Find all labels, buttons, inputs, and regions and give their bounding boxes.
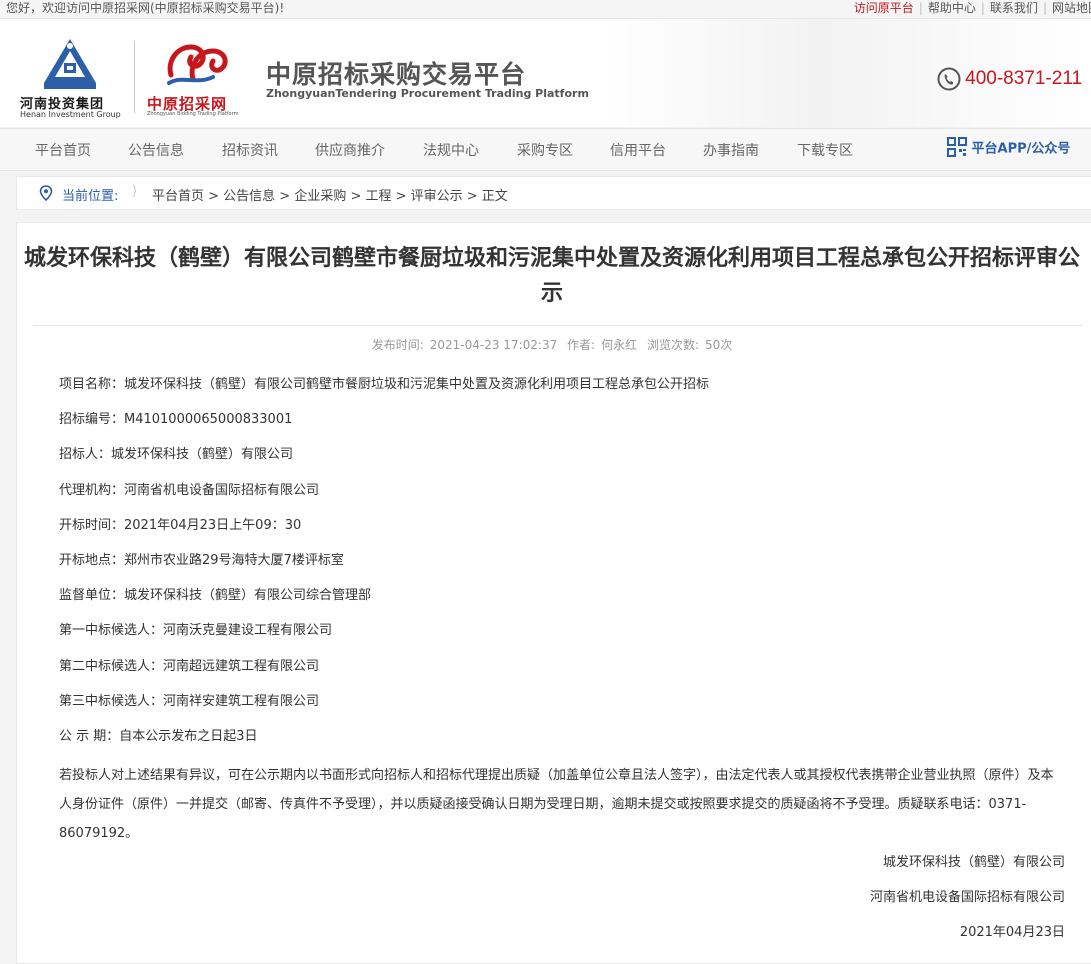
field-supervisor: 监督单位：城发环保科技（鹤壁）有限公司综合管理部 [59, 588, 372, 604]
views-label: 浏览次数: [646, 338, 699, 352]
breadcrumb-separator: ⟩ [132, 183, 138, 199]
nav-supplier-promotion[interactable]: 供应商推介 [315, 140, 385, 160]
phone-icon [937, 67, 961, 91]
zhongyuan-zhaocai-logo[interactable]: 中原招采网 Zhongyuan Bidding Trading Platform [145, 37, 253, 137]
top-links: 访问原平台|帮助中心|联系我们|网站地图 [849, 0, 1091, 16]
zhongyuan-wave-emblem-icon [167, 44, 228, 85]
field-agency: 代理机构：河南省机电设备国际招标有限公司 [59, 482, 320, 498]
field-tender-number: 招标编号：M4101000065000833001 [59, 412, 293, 428]
app-wechat-link[interactable]: 平台APP/公众号 [947, 137, 1070, 157]
contact-us-link[interactable]: 联系我们 [985, 1, 1043, 15]
nav-guide[interactable]: 办事指南 [703, 140, 759, 160]
nav-bidding-news[interactable]: 招标资讯 [222, 140, 278, 160]
nav-regulations[interactable]: 法规中心 [423, 140, 479, 160]
logo-divider [134, 41, 135, 113]
henan-investment-logo[interactable]: 河南投资集团 Henan Investment Group [18, 37, 122, 137]
author: 何永红 [601, 338, 638, 352]
breadcrumb-path[interactable]: 平台首页 > 公告信息 > 企业采购 > 工程 > 评审公示 > 正文 [152, 185, 508, 204]
field-publicity-period: 公 示 期：自本公示发布之日起3日 [59, 728, 258, 744]
breadcrumb: 当前位置: ⟩ 平台首页 > 公告信息 > 企业采购 > 工程 > 评审公示 >… [16, 176, 1091, 210]
nav-procurement-zone[interactable]: 采购专区 [517, 140, 573, 160]
henan-investment-emblem-icon [44, 39, 96, 89]
objection-paragraph: 若投标人对上述结果有异议，可在公示期内以书面形式向招标人和招标代理提出质疑（加盖… [59, 768, 1054, 841]
hotline: 400-8371-211 [937, 67, 1082, 91]
field-opening-time: 开标时间：2021年04月23日上午09：30 [59, 517, 302, 533]
nav-downloads[interactable]: 下载专区 [797, 140, 853, 160]
hotline-number: 400-8371-211 [965, 68, 1083, 89]
app-wechat-label: 平台APP/公众号 [971, 141, 1071, 157]
platform-title: 中原招标采购交易平台 [266, 60, 527, 89]
site-header: 河南投资集团 Henan Investment Group 中原招采网 Zhon… [0, 19, 1091, 127]
field-third-candidate: 第三中标候选人：河南祥安建筑工程有限公司 [59, 693, 320, 709]
field-opening-location: 开标地点：郑州市农业路29号海特大厦7楼评标室 [59, 552, 344, 568]
help-center-link[interactable]: 帮助中心 [923, 1, 981, 15]
article-title: 城发环保科技（鹤壁）有限公司鹤壁市餐厨垃圾和污泥集中处置及资源化利用项目工程总承… [23, 246, 1080, 306]
nav-announcements[interactable]: 公告信息 [128, 140, 184, 160]
signature-date: 2021年04月23日 [959, 925, 1065, 940]
group-name-en: Henan Investment Group [20, 110, 121, 119]
visit-old-platform-link[interactable]: 访问原平台 [849, 1, 919, 15]
main-nav: 平台首页 公告信息 招标资讯 供应商推介 法规中心 采购专区 信用平台 办事指南… [0, 128, 1091, 171]
top-bar: 您好，欢迎访问中原招采网(中原招标采购交易平台)! 访问原平台 | 帮助中心 | 联系我… [0, 0, 1091, 19]
field-second-candidate: 第二中标候选人：河南超远建筑工程有限公司 [59, 658, 320, 674]
article-panel: 城发环保科技（鹤壁）有限公司鹤壁市餐厨垃圾和污泥集中处置及资源化利用项目工程总承… [16, 222, 1091, 964]
signature-tenderer: 城发环保科技（鹤壁）有限公司 [882, 855, 1065, 870]
article-meta: 发布时间: 2021-04-23 17:02:37 作者: 何永红 浏览次数: 50次 [17, 336, 1087, 353]
author-label: 作者: [567, 338, 596, 352]
location-pin-icon [39, 185, 53, 201]
breadcrumb-label: 当前位置: [62, 189, 119, 204]
welcome-text: 您好，欢迎访问中原招采网(中原招标采购交易平台)! [6, 1, 285, 15]
platform-title-en: ZhongyuanTendering Procurement Trading P… [266, 87, 589, 100]
publish-time-label: 发布时间: [371, 338, 424, 352]
field-first-candidate: 第一中标候选人：河南沃克曼建设工程有限公司 [59, 623, 333, 639]
field-project-name: 项目名称：城发环保科技（鹤壁）有限公司鹤壁市餐厨垃圾和污泥集中处置及资源化利用项… [59, 377, 710, 392]
title-divider [33, 325, 1083, 326]
field-tenderer: 招标人：城发环保科技（鹤壁）有限公司 [59, 447, 294, 463]
signature-agency: 河南省机电设备国际招标有限公司 [869, 890, 1065, 905]
publish-time: 2021-04-23 17:02:37 [429, 338, 558, 352]
nav-credit-platform[interactable]: 信用平台 [610, 140, 666, 160]
qr-code-icon [947, 137, 967, 157]
article-fields: 项目名称：城发环保科技（鹤壁）有限公司鹤壁市餐厨垃圾和污泥集中处置及资源化利用项… [59, 373, 1059, 760]
sitemap-link[interactable]: 网站地图 [1047, 1, 1091, 15]
views-count: 50次 [704, 338, 733, 352]
nav-home[interactable]: 平台首页 [35, 140, 91, 160]
site-name-en: Zhongyuan Bidding Trading Platform [147, 111, 239, 117]
